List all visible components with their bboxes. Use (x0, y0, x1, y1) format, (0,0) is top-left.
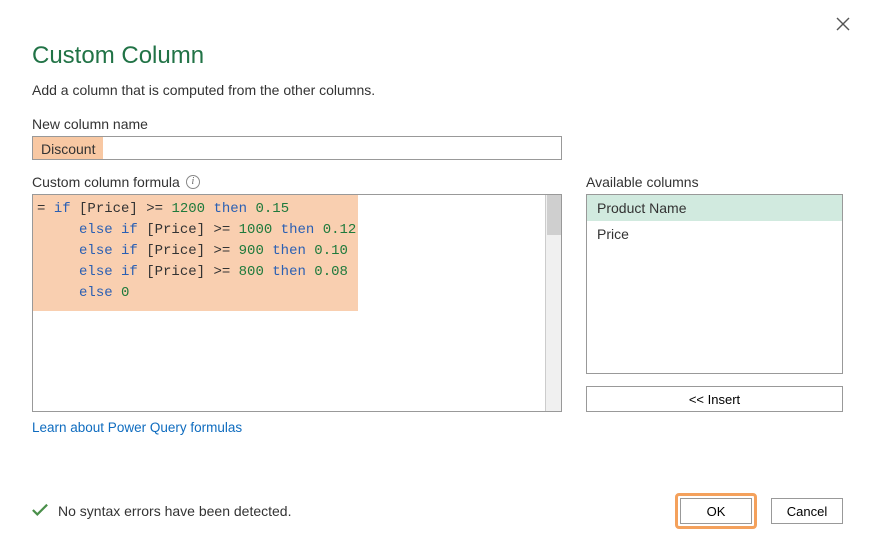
info-icon[interactable]: i (186, 175, 200, 189)
insert-button[interactable]: << Insert (586, 386, 843, 412)
status-row: No syntax errors have been detected. (32, 503, 291, 520)
available-columns-label: Available columns (586, 174, 843, 190)
formula-text: = if [Price] >= 1200 then 0.15 else if [… (33, 195, 561, 308)
formula-scroll-thumb[interactable] (547, 195, 561, 235)
ok-button[interactable]: OK (680, 498, 752, 524)
column-name-input[interactable]: Discount (32, 136, 562, 160)
check-icon (32, 503, 48, 520)
learn-link[interactable]: Learn about Power Query formulas (32, 420, 562, 435)
dialog-subtitle: Add a column that is computed from the o… (32, 82, 843, 98)
column-name-value: Discount (33, 137, 103, 159)
custom-column-dialog: Custom Column Add a column that is compu… (0, 0, 875, 549)
column-name-label: New column name (32, 116, 843, 132)
status-text: No syntax errors have been detected. (58, 503, 291, 519)
formula-label: Custom column formula (32, 174, 180, 190)
close-button[interactable] (831, 12, 855, 36)
formula-editor[interactable]: = if [Price] >= 1200 then 0.15 else if [… (32, 194, 562, 412)
ok-highlight-ring: OK (675, 493, 757, 529)
close-icon (836, 17, 850, 31)
available-column-item[interactable]: Price (587, 221, 842, 247)
available-column-item[interactable]: Product Name (587, 195, 842, 221)
formula-scrollbar[interactable] (545, 195, 561, 411)
available-columns-list[interactable]: Product NamePrice (586, 194, 843, 374)
dialog-title: Custom Column (32, 42, 843, 70)
cancel-button[interactable]: Cancel (771, 498, 843, 524)
